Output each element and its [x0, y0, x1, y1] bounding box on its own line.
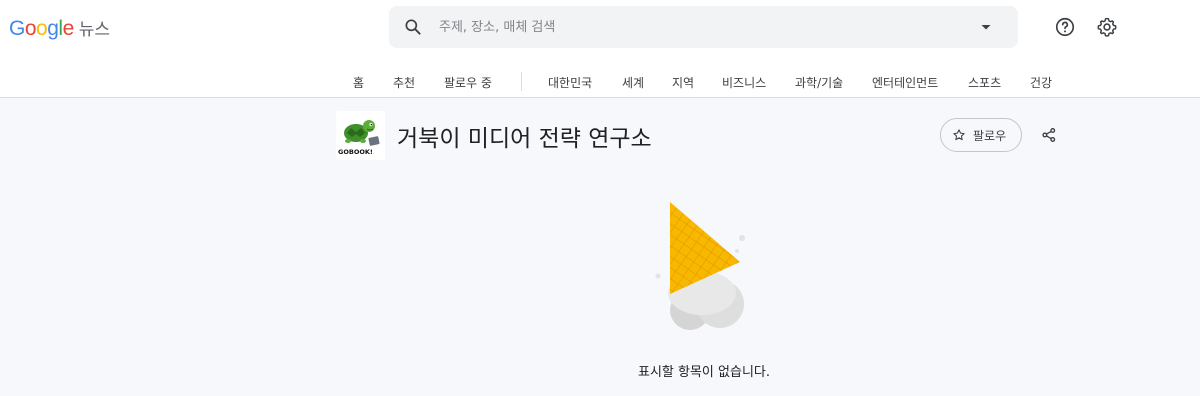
turtle-logo-icon: GOBOOK! — [336, 111, 385, 160]
source-title: 거북이 미디어 전략 연구소 — [397, 126, 652, 152]
settings-icon[interactable] — [1096, 16, 1118, 38]
google-wordmark: Google — [9, 17, 74, 41]
tab-health[interactable]: 건강 — [1030, 74, 1052, 91]
tab-world[interactable]: 세계 — [622, 74, 644, 91]
empty-state-message: 표시할 항목이 없습니다. — [638, 365, 770, 380]
follow-button[interactable]: 팔로우 — [940, 118, 1022, 152]
source-logo: GOBOOK! — [336, 111, 385, 160]
share-icon[interactable] — [1040, 126, 1058, 144]
top-bar: Google 뉴스 홈 추천 팔로우 중 대한민국 세계 지역 비즈니스 과학/… — [0, 0, 1200, 98]
tab-science-tech[interactable]: 과학/기술 — [795, 74, 843, 91]
follow-label: 팔로우 — [973, 128, 1007, 143]
search-icon[interactable] — [403, 17, 423, 37]
nav-divider — [521, 72, 522, 91]
topic-nav: 홈 추천 팔로우 중 대한민국 세계 지역 비즈니스 과학/기술 엔터테인먼트 … — [0, 60, 1200, 98]
tab-home[interactable]: 홈 — [353, 74, 364, 91]
logo-service-name: 뉴스 — [78, 20, 111, 40]
tab-sports[interactable]: 스포츠 — [968, 74, 1001, 91]
google-news-logo[interactable]: Google 뉴스 — [9, 15, 110, 41]
help-icon[interactable] — [1054, 16, 1076, 38]
dropped-ice-cream-icon — [655, 202, 745, 330]
dropdown-caret-icon[interactable] — [978, 19, 994, 35]
star-outline-icon — [953, 129, 965, 141]
tab-korea[interactable]: 대한민국 — [548, 74, 592, 91]
google-wordmark-text: Google — [9, 17, 74, 40]
tab-following[interactable]: 팔로우 중 — [444, 74, 492, 91]
source-logo-text: GOBOOK! — [338, 148, 373, 156]
search-input[interactable] — [439, 6, 959, 48]
search-box[interactable] — [389, 6, 1018, 48]
tab-entertainment[interactable]: 엔터테인먼트 — [872, 74, 938, 91]
tab-local[interactable]: 지역 — [672, 74, 694, 91]
tab-business[interactable]: 비즈니스 — [722, 74, 766, 91]
tab-for-you[interactable]: 추천 — [393, 74, 415, 91]
